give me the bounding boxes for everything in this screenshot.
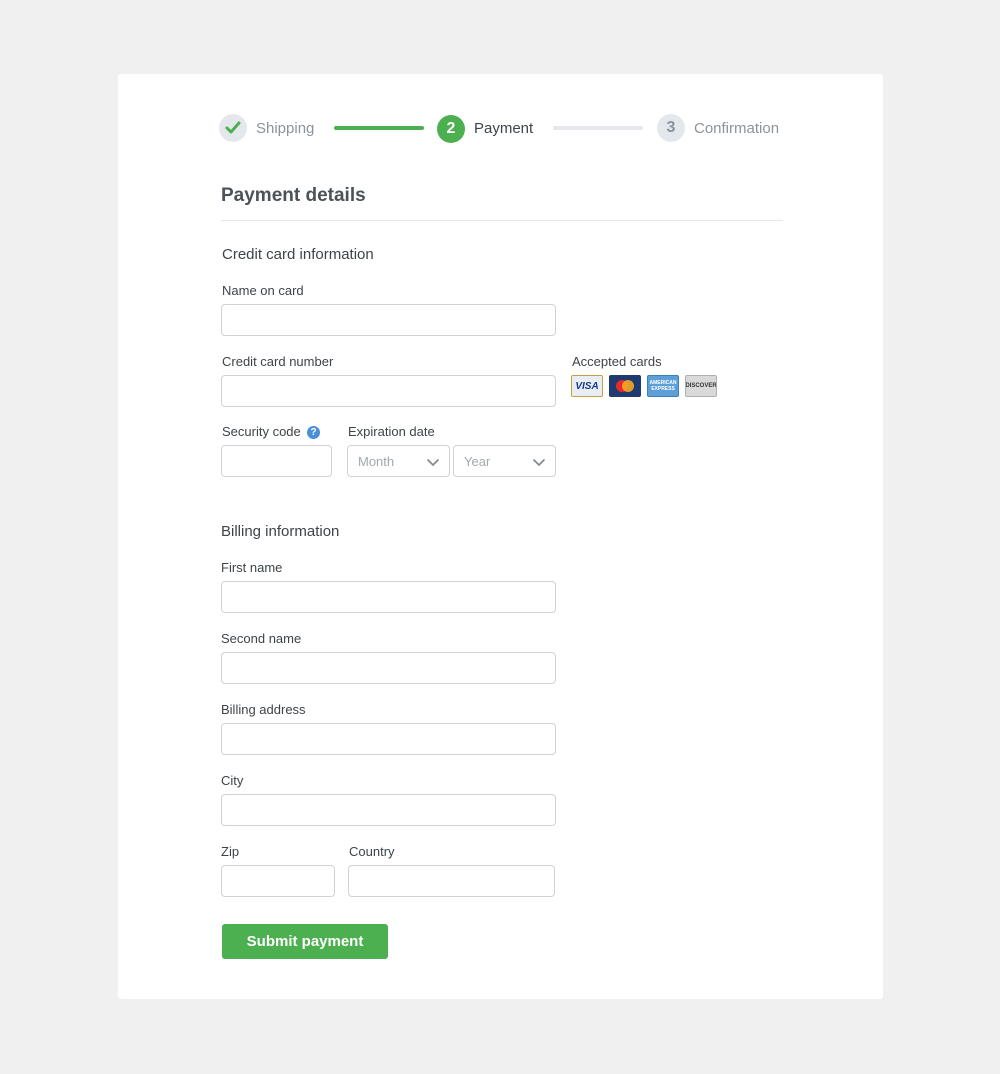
help-icon[interactable]: ?: [307, 426, 320, 439]
step-payment-label[interactable]: Payment: [474, 120, 533, 138]
year-select[interactable]: Year: [453, 445, 556, 477]
second-name-label: Second name: [221, 631, 302, 646]
year-select-value: Year: [464, 453, 491, 469]
city-label: City: [221, 773, 244, 788]
amex-card-icon: AMERICAN EXPRESS: [647, 375, 679, 397]
accepted-cards-label: Accepted cards: [572, 354, 662, 369]
name-on-card-label: Name on card: [222, 283, 304, 298]
page-title: Payment details: [221, 185, 366, 206]
billing-address-input[interactable]: [221, 723, 556, 755]
first-name-label: First name: [221, 560, 283, 575]
billing-address-label: Billing address: [221, 702, 306, 717]
step-shipping-label[interactable]: Shipping: [256, 120, 314, 138]
month-select-value: Month: [358, 453, 395, 469]
chevron-down-icon: [533, 459, 545, 467]
month-select[interactable]: Month: [347, 445, 450, 477]
step-confirmation-label[interactable]: Confirmation: [694, 120, 779, 138]
mastercard-icon: [609, 375, 641, 397]
chevron-down-icon: [427, 459, 439, 467]
zip-label: Zip: [221, 844, 240, 859]
name-on-card-input[interactable]: [221, 304, 556, 336]
security-code-input[interactable]: [221, 445, 332, 477]
submit-payment-button[interactable]: Submit payment: [222, 924, 388, 959]
credit-card-section-title: Credit card information: [222, 246, 374, 263]
discover-card-icon: DISCOVER: [685, 375, 717, 397]
first-name-input[interactable]: [221, 581, 556, 613]
city-input[interactable]: [221, 794, 556, 826]
step-shipping-check-icon[interactable]: [219, 114, 247, 142]
visa-card-icon: VISA: [571, 375, 603, 397]
country-input[interactable]: [348, 865, 555, 897]
country-label: Country: [349, 844, 395, 859]
security-code-label: Security code: [222, 424, 301, 439]
card-number-label: Credit card number: [222, 354, 334, 369]
billing-section-title: Billing information: [221, 523, 340, 540]
step-connector-done: [334, 126, 424, 130]
expiration-date-label: Expiration date: [348, 424, 435, 439]
second-name-input[interactable]: [221, 652, 556, 684]
step-payment-number[interactable]: 2: [437, 115, 465, 143]
card-number-input[interactable]: [221, 375, 556, 407]
step-confirmation-number[interactable]: 3: [657, 114, 685, 142]
title-divider: [221, 220, 783, 221]
step-connector-todo: [553, 126, 643, 130]
zip-input[interactable]: [221, 865, 335, 897]
